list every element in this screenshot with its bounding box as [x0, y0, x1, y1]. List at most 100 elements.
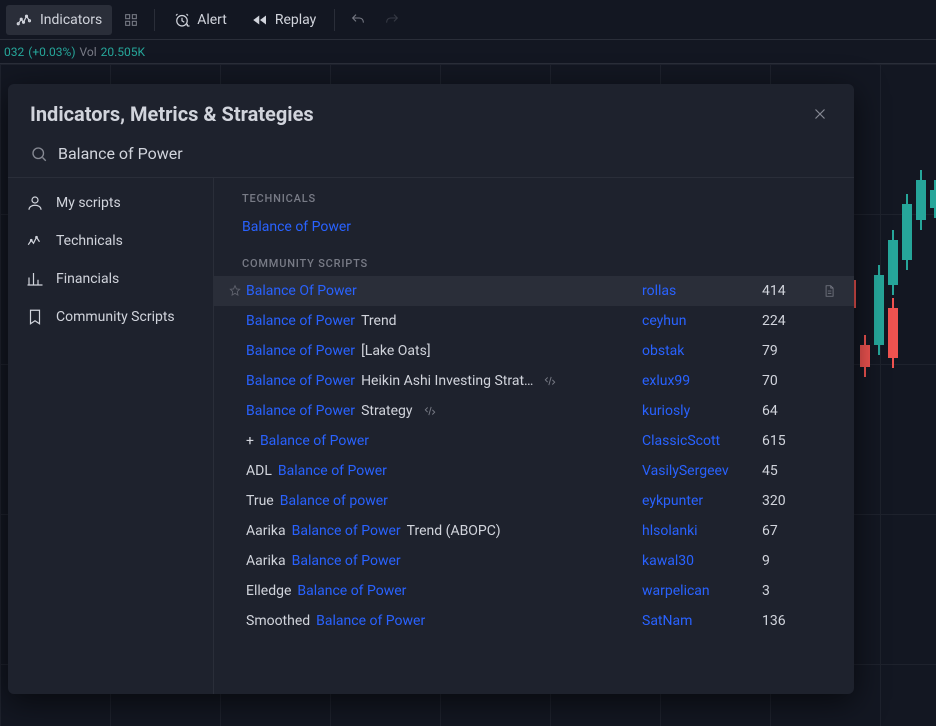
sidebar-item-technicals[interactable]: Technicals	[8, 222, 213, 260]
section-technicals-header: TECHNICALS	[214, 178, 854, 211]
redo-button[interactable]	[377, 5, 407, 35]
result-name: Aarika Balance of Power	[246, 553, 642, 569]
separator	[154, 9, 155, 31]
result-name: Balance of Power Strategy	[246, 403, 642, 419]
modal-title: Indicators, Metrics & Strategies	[30, 102, 314, 126]
community-result-row[interactable]: Elledge Balance of Powerwarpelican3	[214, 576, 854, 606]
result-count: 224	[762, 313, 818, 329]
modal-body: My scripts Technicals Financials Communi…	[8, 178, 854, 694]
community-result-row[interactable]: Aarika Balance of Power Trend (ABOPC)hls…	[214, 516, 854, 546]
community-result-row[interactable]: Balance Of Powerrollas414	[214, 276, 854, 306]
result-author[interactable]: exlux99	[642, 373, 762, 389]
redo-icon	[383, 11, 401, 29]
community-result-row[interactable]: Balance of Power Heikin Ashi Investing S…	[214, 366, 854, 396]
result-name: Aarika Balance of Power Trend (ABOPC)	[246, 523, 642, 539]
result-name: True Balance of power	[246, 493, 642, 509]
community-result-row[interactable]: + Balance of PowerClassicScott615	[214, 426, 854, 456]
vol-label: Vol	[80, 45, 97, 59]
result-author[interactable]: SatNam	[642, 613, 762, 629]
vol-value: 20.505K	[101, 45, 145, 59]
modal-header: Indicators, Metrics & Strategies	[8, 84, 854, 136]
result-author[interactable]: obstak	[642, 343, 762, 359]
undo-button[interactable]	[343, 5, 373, 35]
technicals-result[interactable]: Balance of Power	[214, 211, 854, 243]
sidebar-item-label: My scripts	[56, 195, 121, 211]
result-count: 615	[762, 433, 818, 449]
bookmark-icon	[26, 308, 44, 326]
sidebar-item-label: Community Scripts	[56, 309, 175, 325]
change-abs: 032	[4, 45, 24, 59]
alert-icon	[173, 11, 191, 29]
community-result-row[interactable]: Smoothed Balance of PowerSatNam136	[214, 606, 854, 636]
community-result-row[interactable]: Balance of Power Trendceyhun224	[214, 306, 854, 336]
result-name: + Balance of Power	[246, 433, 642, 449]
indicators-label: Indicators	[40, 12, 102, 28]
sidebar: My scripts Technicals Financials Communi…	[8, 178, 214, 694]
result-author[interactable]: ceyhun	[642, 313, 762, 329]
result-count: 70	[762, 373, 818, 389]
results-content[interactable]: TECHNICALS Balance of Power COMMUNITY SC…	[214, 178, 854, 694]
sidebar-item-my-scripts[interactable]: My scripts	[8, 184, 213, 222]
search-input[interactable]	[58, 144, 832, 163]
result-name: Elledge Balance of Power	[246, 583, 642, 599]
favorite-star[interactable]	[224, 284, 246, 298]
result-count: 79	[762, 343, 818, 359]
result-name: Smoothed Balance of Power	[246, 613, 642, 629]
community-result-row[interactable]: Balance of Power Strategykuriosly64	[214, 396, 854, 426]
result-author[interactable]: kuriosly	[642, 403, 762, 419]
result-count: 64	[762, 403, 818, 419]
result-name: Balance Of Power	[246, 283, 642, 299]
templates-button[interactable]	[116, 5, 146, 35]
result-author[interactable]: rollas	[642, 283, 762, 299]
strategy-icon	[423, 403, 439, 419]
search-wrap	[8, 136, 854, 178]
result-author[interactable]: warpelican	[642, 583, 762, 599]
result-count: 414	[762, 283, 818, 299]
result-count: 67	[762, 523, 818, 539]
technicals-icon	[26, 232, 44, 250]
section-community-header: COMMUNITY SCRIPTS	[214, 243, 854, 276]
community-results-list: Balance Of Powerrollas414Balance of Powe…	[214, 276, 854, 636]
indicators-button[interactable]: Indicators	[6, 5, 112, 35]
community-result-row[interactable]: True Balance of powereykpunter320	[214, 486, 854, 516]
indicators-icon	[16, 11, 34, 29]
result-count: 320	[762, 493, 818, 509]
community-result-row[interactable]: Balance of Power [Lake Oats]obstak79	[214, 336, 854, 366]
strategy-icon	[543, 373, 559, 389]
replay-label: Replay	[275, 12, 316, 28]
result-name: Balance of Power Trend	[246, 313, 642, 329]
community-result-row[interactable]: Aarika Balance of Powerkawal309	[214, 546, 854, 576]
search-icon	[30, 145, 48, 163]
result-source[interactable]	[818, 284, 840, 298]
indicators-modal: Indicators, Metrics & Strategies My scri…	[8, 84, 854, 694]
result-count: 45	[762, 463, 818, 479]
undo-icon	[349, 11, 367, 29]
sidebar-item-financials[interactable]: Financials	[8, 260, 213, 298]
result-name: ADL Balance of Power	[246, 463, 642, 479]
result-author[interactable]: eykpunter	[642, 493, 762, 509]
alert-button[interactable]: Alert	[163, 5, 237, 35]
result-author[interactable]: VasilySergeev	[642, 463, 762, 479]
result-count: 136	[762, 613, 818, 629]
person-icon	[26, 194, 44, 212]
sidebar-item-label: Financials	[56, 271, 119, 287]
close-button[interactable]	[808, 102, 832, 126]
separator	[334, 9, 335, 31]
result-count: 3	[762, 583, 818, 599]
result-author[interactable]: hlsolanki	[642, 523, 762, 539]
close-icon	[811, 105, 829, 123]
result-name: Balance of Power [Lake Oats]	[246, 343, 642, 359]
community-result-row[interactable]: ADL Balance of PowerVasilySergeev45	[214, 456, 854, 486]
replay-button[interactable]: Replay	[241, 5, 326, 35]
grid-icon	[122, 11, 140, 29]
top-toolbar: Indicators Alert Replay	[0, 0, 936, 40]
result-count: 9	[762, 553, 818, 569]
result-author[interactable]: kawal30	[642, 553, 762, 569]
result-name: Balance of Power Heikin Ashi Investing S…	[246, 373, 642, 389]
sidebar-item-community-scripts[interactable]: Community Scripts	[8, 298, 213, 336]
sidebar-item-label: Technicals	[56, 233, 123, 249]
change-pct: (+0.03%)	[28, 45, 75, 59]
replay-icon	[251, 11, 269, 29]
result-author[interactable]: ClassicScott	[642, 433, 762, 449]
financials-icon	[26, 270, 44, 288]
